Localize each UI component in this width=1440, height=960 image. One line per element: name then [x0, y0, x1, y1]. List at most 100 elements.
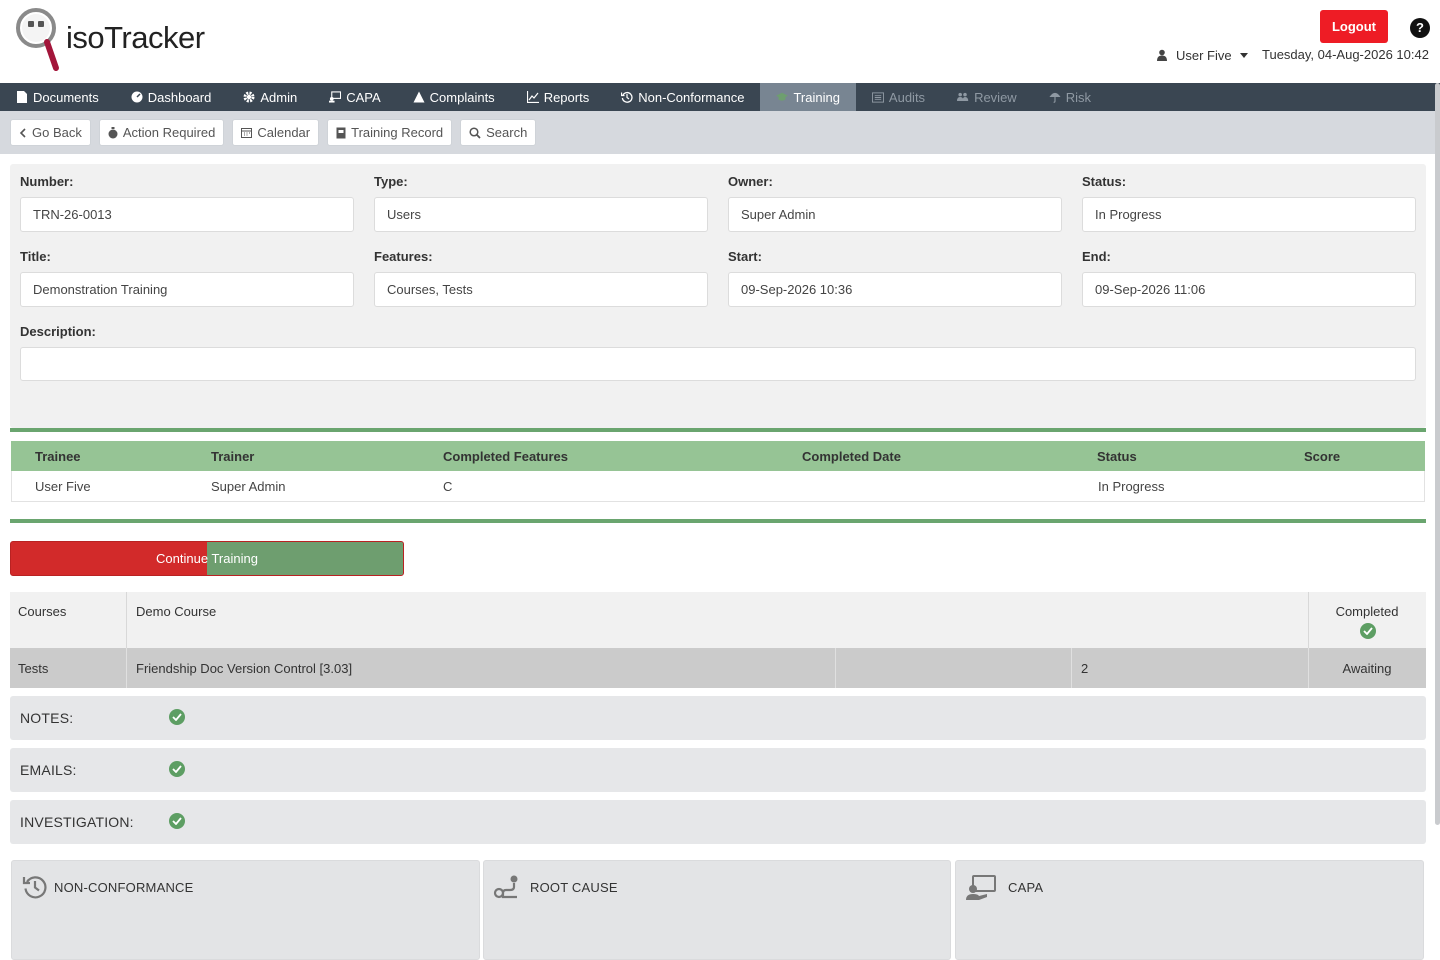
features-field[interactable]: Courses, Tests [374, 272, 708, 307]
card-title: CAPA [1008, 880, 1044, 895]
status-field[interactable]: In Progress [1082, 197, 1416, 232]
title-field[interactable]: Demonstration Training [20, 272, 354, 307]
section-divider [10, 519, 1426, 523]
test-status: Awaiting [1342, 661, 1392, 676]
nav-label: Non-Conformance [638, 89, 745, 105]
training-record-button[interactable]: Training Record [327, 119, 453, 146]
description-label: Description: [20, 324, 96, 339]
end-field[interactable]: 09-Sep-2026 11:06 [1082, 272, 1416, 307]
card-title: NON-CONFORMANCE [54, 880, 194, 895]
cell-divider [1308, 592, 1309, 648]
page-scrollbar[interactable] [1435, 83, 1440, 825]
nav-documents[interactable]: Documents [0, 83, 115, 111]
check-icon [169, 709, 185, 725]
start-field[interactable]: 09-Sep-2026 10:36 [728, 272, 1062, 307]
column-header[interactable]: Trainee [35, 449, 81, 464]
warning-icon [413, 91, 425, 103]
nav-risk[interactable]: Risk [1033, 83, 1107, 111]
courses-row[interactable]: Courses Demo Course Completed [10, 592, 1426, 648]
cell-divider [126, 648, 127, 688]
stopwatch-icon [108, 126, 118, 138]
status-label: Status: [1082, 174, 1127, 189]
nav-label: Audits [888, 89, 926, 105]
investigation-label: INVESTIGATION: [20, 814, 134, 830]
trainee-table-header: Trainee Trainer Completed Features Compl… [11, 441, 1425, 471]
owner-field[interactable]: Super Admin [728, 197, 1062, 232]
trainer-cell: Super Admin [211, 479, 286, 494]
type-label: Type: [374, 174, 408, 189]
status-cell: In Progress [1098, 479, 1165, 494]
features-label: Features: [374, 249, 433, 264]
nav-capa[interactable]: CAPA [313, 83, 396, 111]
calendar-button[interactable]: Calendar [232, 119, 320, 146]
test-name[interactable]: Friendship Doc Version Control [3.03] [136, 661, 352, 676]
umbrella-icon [1049, 91, 1061, 103]
nav-label: Dashboard [147, 89, 212, 105]
course-status: Completed [1335, 604, 1399, 619]
column-header[interactable]: Score [1304, 449, 1340, 464]
record-book-icon [336, 127, 346, 138]
go-back-label: Go Back [32, 125, 82, 140]
go-back-button[interactable]: Go Back [10, 119, 91, 146]
cell-divider [835, 648, 836, 688]
tests-label: Tests [18, 661, 49, 676]
help-icon[interactable]: ? [1410, 18, 1430, 38]
nav-review[interactable]: Review [941, 83, 1033, 111]
search-icon [469, 126, 481, 139]
owner-label: Owner: [728, 174, 773, 189]
column-header[interactable]: Trainer [211, 449, 254, 464]
notes-section[interactable]: NOTES: [10, 696, 1426, 740]
emails-label: EMAILS: [20, 762, 77, 778]
document-icon [16, 91, 28, 103]
cell-divider [126, 592, 127, 648]
isotracker-logo[interactable]: isoTracker [14, 6, 214, 74]
continue-training-button[interactable]: Continue Training [10, 541, 404, 576]
non-conformance-card[interactable]: NON-CONFORMANCE [11, 860, 480, 960]
capa-icon [329, 91, 342, 103]
nav-audits[interactable]: Audits [856, 83, 941, 111]
action-toolbar: Go Back Action Required Calendar Trainin… [0, 111, 1440, 154]
user-menu[interactable]: User Five [1156, 46, 1248, 64]
section-divider [10, 428, 1426, 432]
investigation-section[interactable]: INVESTIGATION: [10, 800, 1426, 844]
list-icon [871, 91, 884, 103]
end-label: End: [1082, 249, 1111, 264]
chart-icon [526, 91, 539, 103]
action-required-label: Action Required [122, 125, 216, 140]
nav-training[interactable]: Training [760, 83, 856, 111]
root-cause-card[interactable]: ROOT CAUSE [483, 860, 951, 960]
logout-button[interactable]: Logout [1320, 10, 1388, 43]
number-field[interactable]: TRN-26-0013 [20, 197, 354, 232]
user-icon [1157, 49, 1167, 61]
card-title: ROOT CAUSE [530, 880, 618, 895]
nav-label: CAPA [346, 89, 381, 105]
training-record-label: Training Record [351, 125, 444, 140]
nav-label: Review [974, 89, 1017, 105]
emails-section[interactable]: EMAILS: [10, 748, 1426, 792]
app-header: isoTracker Logout ? User Five Tuesday, 0… [0, 0, 1440, 83]
nav-complaints[interactable]: Complaints [397, 83, 511, 111]
calendar-label: Calendar [257, 125, 311, 140]
capa-card[interactable]: CAPA [955, 860, 1424, 960]
dashboard-icon [131, 91, 143, 103]
search-button[interactable]: Search [460, 119, 537, 146]
training-details-panel: Number: TRN-26-0013 Type: Users Owner: S… [10, 164, 1426, 428]
nav-admin[interactable]: Admin [227, 83, 313, 111]
root-cause-icon [493, 875, 518, 899]
action-required-button[interactable]: Action Required [98, 119, 225, 146]
column-header[interactable]: Completed Date [802, 449, 901, 464]
column-header[interactable]: Completed Features [443, 449, 568, 464]
search-label: Search [486, 125, 528, 140]
nav-non-conformance[interactable]: Non-Conformance [605, 83, 760, 111]
course-name[interactable]: Demo Course [136, 604, 216, 619]
nav-dashboard[interactable]: Dashboard [115, 83, 228, 111]
column-header[interactable]: Status [1097, 449, 1137, 464]
nav-label: Complaints [429, 89, 495, 105]
history-icon [22, 876, 47, 899]
type-field[interactable]: Users [374, 197, 708, 232]
nav-reports[interactable]: Reports [511, 83, 606, 111]
tests-row[interactable]: Tests Friendship Doc Version Control [3.… [10, 648, 1426, 688]
number-label: Number: [20, 174, 74, 189]
table-row[interactable]: User Five Super Admin C In Progress [11, 471, 1425, 502]
description-field[interactable] [20, 347, 1416, 381]
